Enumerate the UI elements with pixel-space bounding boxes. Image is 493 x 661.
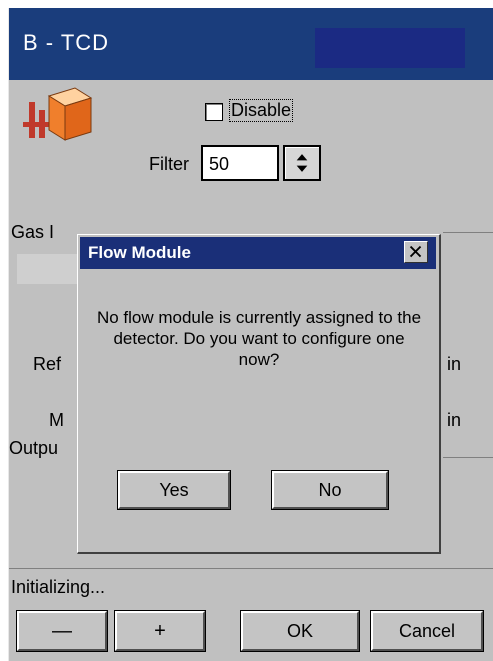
filter-value: 50	[209, 154, 230, 174]
yes-button[interactable]: Yes	[117, 470, 231, 510]
dialog-message: No flow module is currently assigned to …	[96, 308, 422, 369]
gas-field	[17, 254, 77, 284]
status-bar: Initializing...	[9, 568, 493, 606]
filter-input[interactable]: 50	[201, 145, 279, 181]
status-text: Initializing...	[11, 577, 106, 597]
output-label: Outpu	[9, 438, 59, 458]
filter-spinner-icon[interactable]	[283, 145, 321, 181]
ok-button[interactable]: OK	[240, 610, 360, 652]
cancel-button[interactable]: Cancel	[370, 610, 484, 652]
no-button[interactable]: No	[271, 470, 389, 510]
detector-window: B - TCD Disable Filter 50 Gas I Ref in M…	[8, 8, 493, 661]
m-label: M	[49, 410, 64, 430]
flow-module-dialog: Flow Module No flow module is currently …	[77, 234, 441, 554]
filter-label: Filter	[149, 154, 189, 174]
output-group-line	[443, 457, 493, 458]
title-field	[315, 28, 465, 68]
disable-checkbox[interactable]	[205, 103, 223, 121]
ref-unit: in	[447, 354, 462, 374]
ref-label: Ref	[33, 354, 62, 374]
dialog-titlebar: Flow Module	[80, 237, 436, 269]
gas-label: Gas I	[11, 222, 55, 242]
window-title: B - TCD	[23, 30, 110, 55]
detector-icon	[23, 87, 93, 141]
close-icon[interactable]	[404, 241, 428, 263]
minus-button[interactable]: —	[16, 610, 108, 652]
dialog-title: Flow Module	[88, 243, 191, 262]
disable-label[interactable]: Disable	[229, 99, 294, 122]
plus-button[interactable]: +	[114, 610, 206, 652]
gas-group-line	[443, 232, 493, 233]
window-titlebar: B - TCD	[9, 8, 493, 80]
m-unit: in	[447, 410, 462, 430]
